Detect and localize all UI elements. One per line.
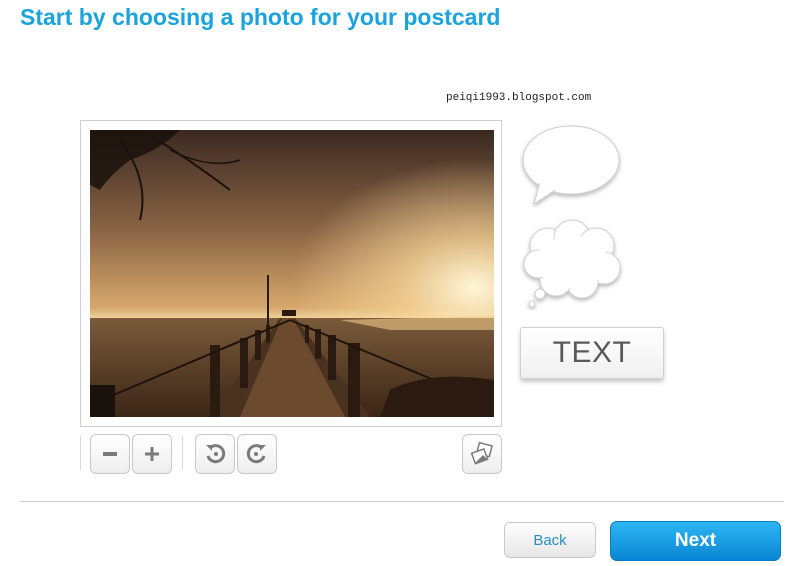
toolbar-divider-left (80, 436, 81, 470)
replace-photo-button[interactable] (462, 434, 502, 474)
rotate-right-button[interactable] (237, 434, 277, 474)
photo-frame (80, 120, 502, 427)
rotate-left-icon (206, 444, 226, 464)
back-button[interactable]: Back (504, 522, 596, 558)
zoom-in-button[interactable] (132, 434, 172, 474)
watermark-text: peiqi1993.blogspot.com (446, 92, 592, 104)
photo-swap-icon (470, 441, 493, 465)
rotate-left-button[interactable] (195, 434, 235, 474)
next-button[interactable]: Next (610, 521, 781, 561)
toolbar-divider-middle (182, 436, 183, 470)
thought-bubble-icon (523, 219, 621, 308)
text-sticker-button[interactable]: TEXT (520, 327, 664, 379)
minus-icon (103, 452, 117, 456)
page-title: Start by choosing a photo for your postc… (20, 4, 501, 30)
speech-bubble-icon (522, 125, 620, 206)
thought-bubble-sticker[interactable] (520, 218, 626, 310)
rotate-right-icon (246, 444, 266, 464)
speech-bubble-sticker[interactable] (520, 122, 624, 208)
plus-icon (145, 447, 159, 461)
photo-preview[interactable] (90, 130, 494, 417)
zoom-out-button[interactable] (90, 434, 130, 474)
footer-divider (20, 501, 784, 502)
